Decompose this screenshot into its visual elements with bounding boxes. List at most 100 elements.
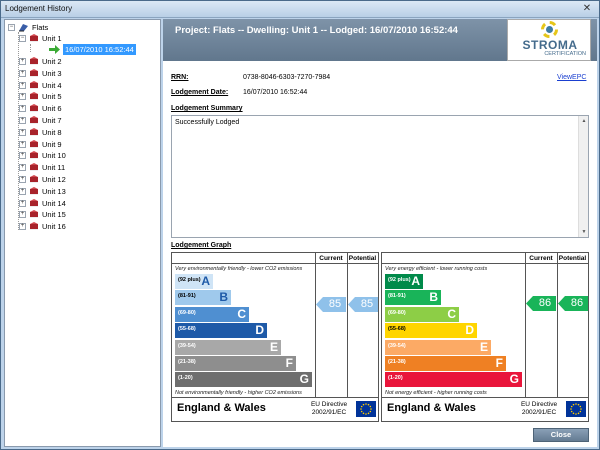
- tree-item-label[interactable]: Unit 8: [42, 127, 62, 138]
- tree-root-node[interactable]: − Flats: [8, 22, 88, 33]
- expand-icon[interactable]: +: [19, 164, 26, 172]
- expand-icon[interactable]: +: [19, 93, 26, 101]
- tree-item-label[interactable]: Unit 9: [42, 139, 62, 150]
- dwelling-tree[interactable]: − Flats − Unit 1 16/07/2010 16:52:44 + Un…: [4, 19, 161, 447]
- expand-icon[interactable]: +: [19, 152, 26, 160]
- summary-textbox[interactable]: Successfully Lodged ▲ ▼: [171, 115, 589, 238]
- tree-item-label[interactable]: Unit 4: [42, 80, 62, 91]
- potential-column-header: Potential: [557, 255, 588, 264]
- expand-icon[interactable]: +: [19, 58, 26, 65]
- tree-item-unit[interactable]: + Unit 12: [19, 174, 99, 185]
- detail-header: Project: Flats -- Dwelling: Unit 1 -- Lo…: [163, 19, 597, 61]
- window-close-icon[interactable]: ✕: [580, 3, 594, 15]
- band-range: (39-54): [388, 342, 406, 349]
- tree-item-unit[interactable]: + Unit 14: [19, 198, 99, 209]
- tree-item-label[interactable]: Unit 10: [42, 150, 66, 161]
- potential-rating-value: 86: [570, 296, 584, 309]
- tree-item-label[interactable]: Unit 16: [42, 221, 66, 232]
- collapse-icon[interactable]: −: [19, 35, 26, 42]
- band-range: (39-54): [178, 342, 196, 349]
- tree-item-label[interactable]: Unit 11: [42, 162, 65, 173]
- band-range: (92 plus): [388, 277, 411, 283]
- rating-band-e: (39-54) E: [385, 339, 491, 355]
- potential-rating-arrow: 86: [558, 295, 588, 311]
- band-range: (55-68): [388, 326, 406, 333]
- view-epc-link[interactable]: ViewEPC: [557, 74, 586, 81]
- graph-bottom-note: Not energy efficient - higher running co…: [385, 390, 487, 396]
- band-letter: G: [299, 372, 309, 387]
- graph-footer: England & Wales EU Directive 2002/91/EC: [172, 397, 378, 421]
- current-column-header: Current: [525, 253, 557, 264]
- expand-icon[interactable]: +: [19, 176, 26, 183]
- tree-item-unit[interactable]: + Unit 3: [19, 68, 99, 79]
- dwelling-icon: [29, 175, 39, 184]
- tree-item-unit[interactable]: + Unit 2: [19, 56, 99, 67]
- scroll-down-icon[interactable]: ▼: [580, 228, 588, 236]
- tree-item-unit[interactable]: + Unit 15: [19, 209, 99, 220]
- tree-item-label[interactable]: Unit 13: [42, 186, 66, 197]
- tree-item-label[interactable]: Unit 2: [42, 56, 62, 67]
- band-letter: A: [411, 274, 420, 288]
- column-divider: [315, 253, 316, 397]
- tree-item-unit-1[interactable]: − Unit 1: [19, 33, 99, 44]
- expand-icon[interactable]: +: [19, 117, 26, 124]
- close-button[interactable]: Close: [533, 428, 589, 442]
- summary-scrollbar[interactable]: ▲ ▼: [578, 116, 588, 237]
- environmental-impact-graph: Current Potential Very environmentally fri…: [171, 252, 379, 422]
- tree-item-unit[interactable]: + Unit 5: [19, 91, 99, 102]
- tree-item-label[interactable]: Unit 14: [42, 198, 66, 209]
- tree-item-unit[interactable]: + Unit 4: [19, 80, 99, 91]
- tree-item-label[interactable]: Unit 6: [42, 103, 62, 114]
- tree-root-label[interactable]: Flats: [32, 22, 48, 33]
- summary-text: Successfully Lodged: [175, 119, 240, 126]
- expand-icon[interactable]: +: [19, 187, 26, 195]
- tree-item-label[interactable]: Unit 3: [42, 68, 62, 79]
- tree-item-unit[interactable]: + Unit 8: [19, 127, 99, 138]
- dwelling-icon: [29, 34, 39, 43]
- column-divider: [347, 253, 348, 397]
- tree-item-unit[interactable]: + Unit 9: [19, 139, 99, 150]
- tree-item-unit[interactable]: + Unit 6: [19, 103, 99, 114]
- graph-bottom-note: Not environmentally friendly - higher CO…: [175, 390, 302, 396]
- dwelling-icon: [29, 198, 39, 208]
- dwelling-icon: [29, 127, 39, 137]
- tree-item-unit[interactable]: + Unit 10: [19, 150, 99, 161]
- rating-band-g: (1-20) G: [175, 372, 312, 388]
- dwelling-icon: [29, 104, 39, 113]
- band-range: (81-91): [388, 293, 406, 300]
- tree-item-label[interactable]: Unit 7: [42, 115, 62, 126]
- band-letter: G: [509, 372, 519, 387]
- current-rating-value: 85: [328, 297, 342, 310]
- band-letter: A: [201, 274, 210, 288]
- tree-item-label[interactable]: 16/07/2010 16:52:44: [63, 44, 136, 55]
- graph-top-note: Very environmentally friendly - lower CO…: [175, 266, 303, 272]
- tree-item-label[interactable]: Unit 12: [42, 174, 66, 185]
- rating-band-c: (69-80) C: [385, 306, 459, 322]
- tree-item-unit[interactable]: + Unit 7: [19, 115, 99, 126]
- expand-icon[interactable]: +: [19, 211, 26, 219]
- tree-item-label[interactable]: Unit 15: [42, 209, 66, 220]
- scroll-up-icon[interactable]: ▲: [580, 117, 588, 125]
- region-label: England & Wales: [387, 402, 476, 414]
- rating-band-d: (55-68) D: [385, 323, 477, 339]
- tree-item-unit[interactable]: + Unit 16: [19, 221, 99, 232]
- tree-item-label[interactable]: Unit 5: [42, 91, 62, 102]
- expand-icon[interactable]: +: [19, 69, 26, 77]
- expand-icon[interactable]: +: [19, 223, 26, 231]
- tree-item-unit[interactable]: + Unit 11: [19, 162, 99, 173]
- tree-item-label[interactable]: Unit 1: [42, 33, 62, 44]
- expand-icon[interactable]: +: [19, 81, 26, 89]
- band-letter: E: [479, 339, 488, 354]
- title-bar: Lodgement History ✕: [1, 1, 599, 18]
- collapse-icon[interactable]: −: [8, 24, 15, 31]
- expand-icon[interactable]: +: [19, 199, 26, 207]
- rating-band-a: (92 plus) A: [385, 274, 423, 289]
- tree-item-unit[interactable]: + Unit 13: [19, 186, 99, 197]
- lodgement-history-window: Lodgement History ✕ − Flats − Unit 1 16/…: [0, 0, 600, 450]
- expand-icon[interactable]: +: [19, 128, 26, 136]
- expand-icon[interactable]: +: [19, 105, 26, 113]
- band-letter: D: [255, 323, 264, 338]
- tree-item-lodgement[interactable]: 16/07/2010 16:52:44: [49, 44, 161, 55]
- expand-icon[interactable]: +: [19, 140, 26, 148]
- green-arrow-icon: [49, 45, 60, 54]
